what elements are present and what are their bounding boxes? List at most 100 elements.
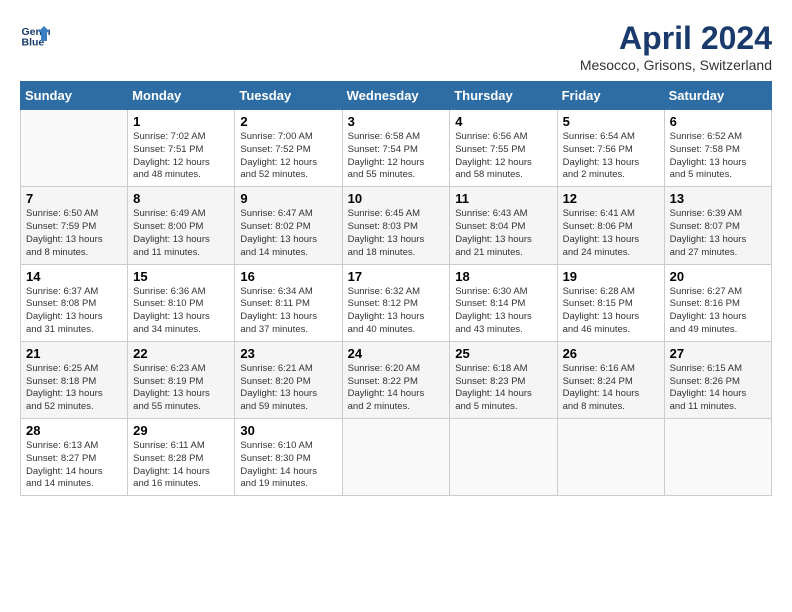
day-number: 17 bbox=[348, 269, 445, 284]
calendar-cell bbox=[450, 419, 557, 496]
day-number: 8 bbox=[133, 191, 229, 206]
weekday-header-tuesday: Tuesday bbox=[235, 82, 342, 110]
day-info: Sunrise: 6:21 AMSunset: 8:20 PMDaylight:… bbox=[240, 363, 336, 414]
calendar-cell: 7 Sunrise: 6:50 AMSunset: 7:59 PMDaylight… bbox=[21, 187, 128, 264]
day-number: 4 bbox=[455, 114, 551, 129]
day-info: Sunrise: 6:43 AMSunset: 8:04 PMDaylight:… bbox=[455, 208, 551, 259]
logo: General Blue bbox=[20, 20, 54, 50]
day-info: Sunrise: 6:13 AMSunset: 8:27 PMDaylight:… bbox=[26, 440, 122, 491]
day-number: 2 bbox=[240, 114, 336, 129]
calendar-cell: 6 Sunrise: 6:52 AMSunset: 7:58 PMDaylight… bbox=[664, 110, 771, 187]
calendar-cell: 14 Sunrise: 6:37 AMSunset: 8:08 PMDayligh… bbox=[21, 264, 128, 341]
day-info: Sunrise: 6:11 AMSunset: 8:28 PMDaylight:… bbox=[133, 440, 229, 491]
day-number: 7 bbox=[26, 191, 122, 206]
calendar-cell: 13 Sunrise: 6:39 AMSunset: 8:07 PMDayligh… bbox=[664, 187, 771, 264]
day-number: 24 bbox=[348, 346, 445, 361]
calendar-cell: 17 Sunrise: 6:32 AMSunset: 8:12 PMDayligh… bbox=[342, 264, 450, 341]
day-number: 21 bbox=[26, 346, 122, 361]
calendar-cell: 21Sunrise: 6:25 AMSunset: 8:18 PMDayligh… bbox=[21, 341, 128, 418]
day-number: 9 bbox=[240, 191, 336, 206]
day-number: 1 bbox=[133, 114, 229, 129]
day-info: Sunrise: 6:18 AMSunset: 8:23 PMDaylight:… bbox=[455, 363, 551, 414]
weekday-header-saturday: Saturday bbox=[664, 82, 771, 110]
calendar-cell: 12 Sunrise: 6:41 AMSunset: 8:06 PMDayligh… bbox=[557, 187, 664, 264]
calendar-cell: 1 Sunrise: 7:02 AMSunset: 7:51 PMDaylight… bbox=[128, 110, 235, 187]
day-info: Sunrise: 6:20 AMSunset: 8:22 PMDaylight:… bbox=[348, 363, 445, 414]
calendar-cell bbox=[557, 419, 664, 496]
day-info: Sunrise: 6:50 AMSunset: 7:59 PMDaylight:… bbox=[26, 208, 122, 259]
calendar-cell bbox=[21, 110, 128, 187]
day-number: 29 bbox=[133, 423, 229, 438]
calendar-cell: 24 Sunrise: 6:20 AMSunset: 8:22 PMDayligh… bbox=[342, 341, 450, 418]
calendar-cell: 2 Sunrise: 7:00 AMSunset: 7:52 PMDaylight… bbox=[235, 110, 342, 187]
calendar-cell: 11 Sunrise: 6:43 AMSunset: 8:04 PMDayligh… bbox=[450, 187, 557, 264]
calendar-week-row: 21Sunrise: 6:25 AMSunset: 8:18 PMDayligh… bbox=[21, 341, 772, 418]
day-number: 11 bbox=[455, 191, 551, 206]
day-number: 18 bbox=[455, 269, 551, 284]
day-number: 25 bbox=[455, 346, 551, 361]
calendar-cell: 26 Sunrise: 6:16 AMSunset: 8:24 PMDayligh… bbox=[557, 341, 664, 418]
day-number: 13 bbox=[670, 191, 766, 206]
weekday-header-sunday: Sunday bbox=[21, 82, 128, 110]
day-info: Sunrise: 6:15 AMSunset: 8:26 PMDaylight:… bbox=[670, 363, 766, 414]
day-info: Sunrise: 7:00 AMSunset: 7:52 PMDaylight:… bbox=[240, 131, 336, 182]
day-info: Sunrise: 6:34 AMSunset: 8:11 PMDaylight:… bbox=[240, 286, 336, 337]
day-info: Sunrise: 6:47 AMSunset: 8:02 PMDaylight:… bbox=[240, 208, 336, 259]
calendar-cell: 3Sunrise: 6:58 AMSunset: 7:54 PMDaylight… bbox=[342, 110, 450, 187]
location-subtitle: Mesocco, Grisons, Switzerland bbox=[580, 57, 772, 73]
day-number: 26 bbox=[563, 346, 659, 361]
day-number: 15 bbox=[133, 269, 229, 284]
weekday-header-row: SundayMondayTuesdayWednesdayThursdayFrid… bbox=[21, 82, 772, 110]
day-number: 28 bbox=[26, 423, 122, 438]
logo-icon: General Blue bbox=[20, 20, 50, 50]
calendar-cell: 4Sunrise: 6:56 AMSunset: 7:55 PMDaylight… bbox=[450, 110, 557, 187]
calendar-cell: 5Sunrise: 6:54 AMSunset: 7:56 PMDaylight… bbox=[557, 110, 664, 187]
day-number: 12 bbox=[563, 191, 659, 206]
day-info: Sunrise: 6:32 AMSunset: 8:12 PMDaylight:… bbox=[348, 286, 445, 337]
day-info: Sunrise: 7:02 AMSunset: 7:51 PMDaylight:… bbox=[133, 131, 229, 182]
title-area: April 2024 Mesocco, Grisons, Switzerland bbox=[580, 20, 772, 73]
page-header: General Blue April 2024 Mesocco, Grisons… bbox=[20, 20, 772, 73]
weekday-header-monday: Monday bbox=[128, 82, 235, 110]
calendar-cell: 29 Sunrise: 6:11 AMSunset: 8:28 PMDayligh… bbox=[128, 419, 235, 496]
day-info: Sunrise: 6:37 AMSunset: 8:08 PMDaylight:… bbox=[26, 286, 122, 337]
month-title: April 2024 bbox=[580, 20, 772, 57]
weekday-header-friday: Friday bbox=[557, 82, 664, 110]
calendar-cell: 9 Sunrise: 6:47 AMSunset: 8:02 PMDaylight… bbox=[235, 187, 342, 264]
day-number: 3 bbox=[348, 114, 445, 129]
day-info: Sunrise: 6:39 AMSunset: 8:07 PMDaylight:… bbox=[670, 208, 766, 259]
day-number: 14 bbox=[26, 269, 122, 284]
day-number: 22 bbox=[133, 346, 229, 361]
calendar-cell: 10 Sunrise: 6:45 AMSunset: 8:03 PMDayligh… bbox=[342, 187, 450, 264]
calendar-cell: 23 Sunrise: 6:21 AMSunset: 8:20 PMDayligh… bbox=[235, 341, 342, 418]
calendar-cell: 15 Sunrise: 6:36 AMSunset: 8:10 PMDayligh… bbox=[128, 264, 235, 341]
day-info: Sunrise: 6:10 AMSunset: 8:30 PMDaylight:… bbox=[240, 440, 336, 491]
day-info: Sunrise: 6:52 AMSunset: 7:58 PMDaylight:… bbox=[670, 131, 766, 182]
calendar-cell: 18 Sunrise: 6:30 AMSunset: 8:14 PMDayligh… bbox=[450, 264, 557, 341]
calendar-week-row: 14 Sunrise: 6:37 AMSunset: 8:08 PMDayligh… bbox=[21, 264, 772, 341]
day-info: Sunrise: 6:28 AMSunset: 8:15 PMDaylight:… bbox=[563, 286, 659, 337]
calendar-week-row: 1 Sunrise: 7:02 AMSunset: 7:51 PMDaylight… bbox=[21, 110, 772, 187]
calendar-cell: 8 Sunrise: 6:49 AMSunset: 8:00 PMDaylight… bbox=[128, 187, 235, 264]
calendar-cell bbox=[342, 419, 450, 496]
calendar-week-row: 28 Sunrise: 6:13 AMSunset: 8:27 PMDayligh… bbox=[21, 419, 772, 496]
calendar-table: SundayMondayTuesdayWednesdayThursdayFrid… bbox=[20, 81, 772, 496]
day-info: Sunrise: 6:36 AMSunset: 8:10 PMDaylight:… bbox=[133, 286, 229, 337]
day-number: 23 bbox=[240, 346, 336, 361]
day-number: 10 bbox=[348, 191, 445, 206]
day-info: Sunrise: 6:27 AMSunset: 8:16 PMDaylight:… bbox=[670, 286, 766, 337]
day-info: Sunrise: 6:49 AMSunset: 8:00 PMDaylight:… bbox=[133, 208, 229, 259]
calendar-cell: 16 Sunrise: 6:34 AMSunset: 8:11 PMDayligh… bbox=[235, 264, 342, 341]
svg-text:Blue: Blue bbox=[22, 37, 45, 49]
day-info: Sunrise: 6:45 AMSunset: 8:03 PMDaylight:… bbox=[348, 208, 445, 259]
calendar-cell: 27Sunrise: 6:15 AMSunset: 8:26 PMDayligh… bbox=[664, 341, 771, 418]
day-number: 6 bbox=[670, 114, 766, 129]
calendar-cell: 25 Sunrise: 6:18 AMSunset: 8:23 PMDayligh… bbox=[450, 341, 557, 418]
day-info: Sunrise: 6:16 AMSunset: 8:24 PMDaylight:… bbox=[563, 363, 659, 414]
calendar-cell: 22 Sunrise: 6:23 AMSunset: 8:19 PMDayligh… bbox=[128, 341, 235, 418]
day-info: Sunrise: 6:30 AMSunset: 8:14 PMDaylight:… bbox=[455, 286, 551, 337]
day-number: 16 bbox=[240, 269, 336, 284]
day-info: Sunrise: 6:23 AMSunset: 8:19 PMDaylight:… bbox=[133, 363, 229, 414]
calendar-cell bbox=[664, 419, 771, 496]
day-info: Sunrise: 6:41 AMSunset: 8:06 PMDaylight:… bbox=[563, 208, 659, 259]
